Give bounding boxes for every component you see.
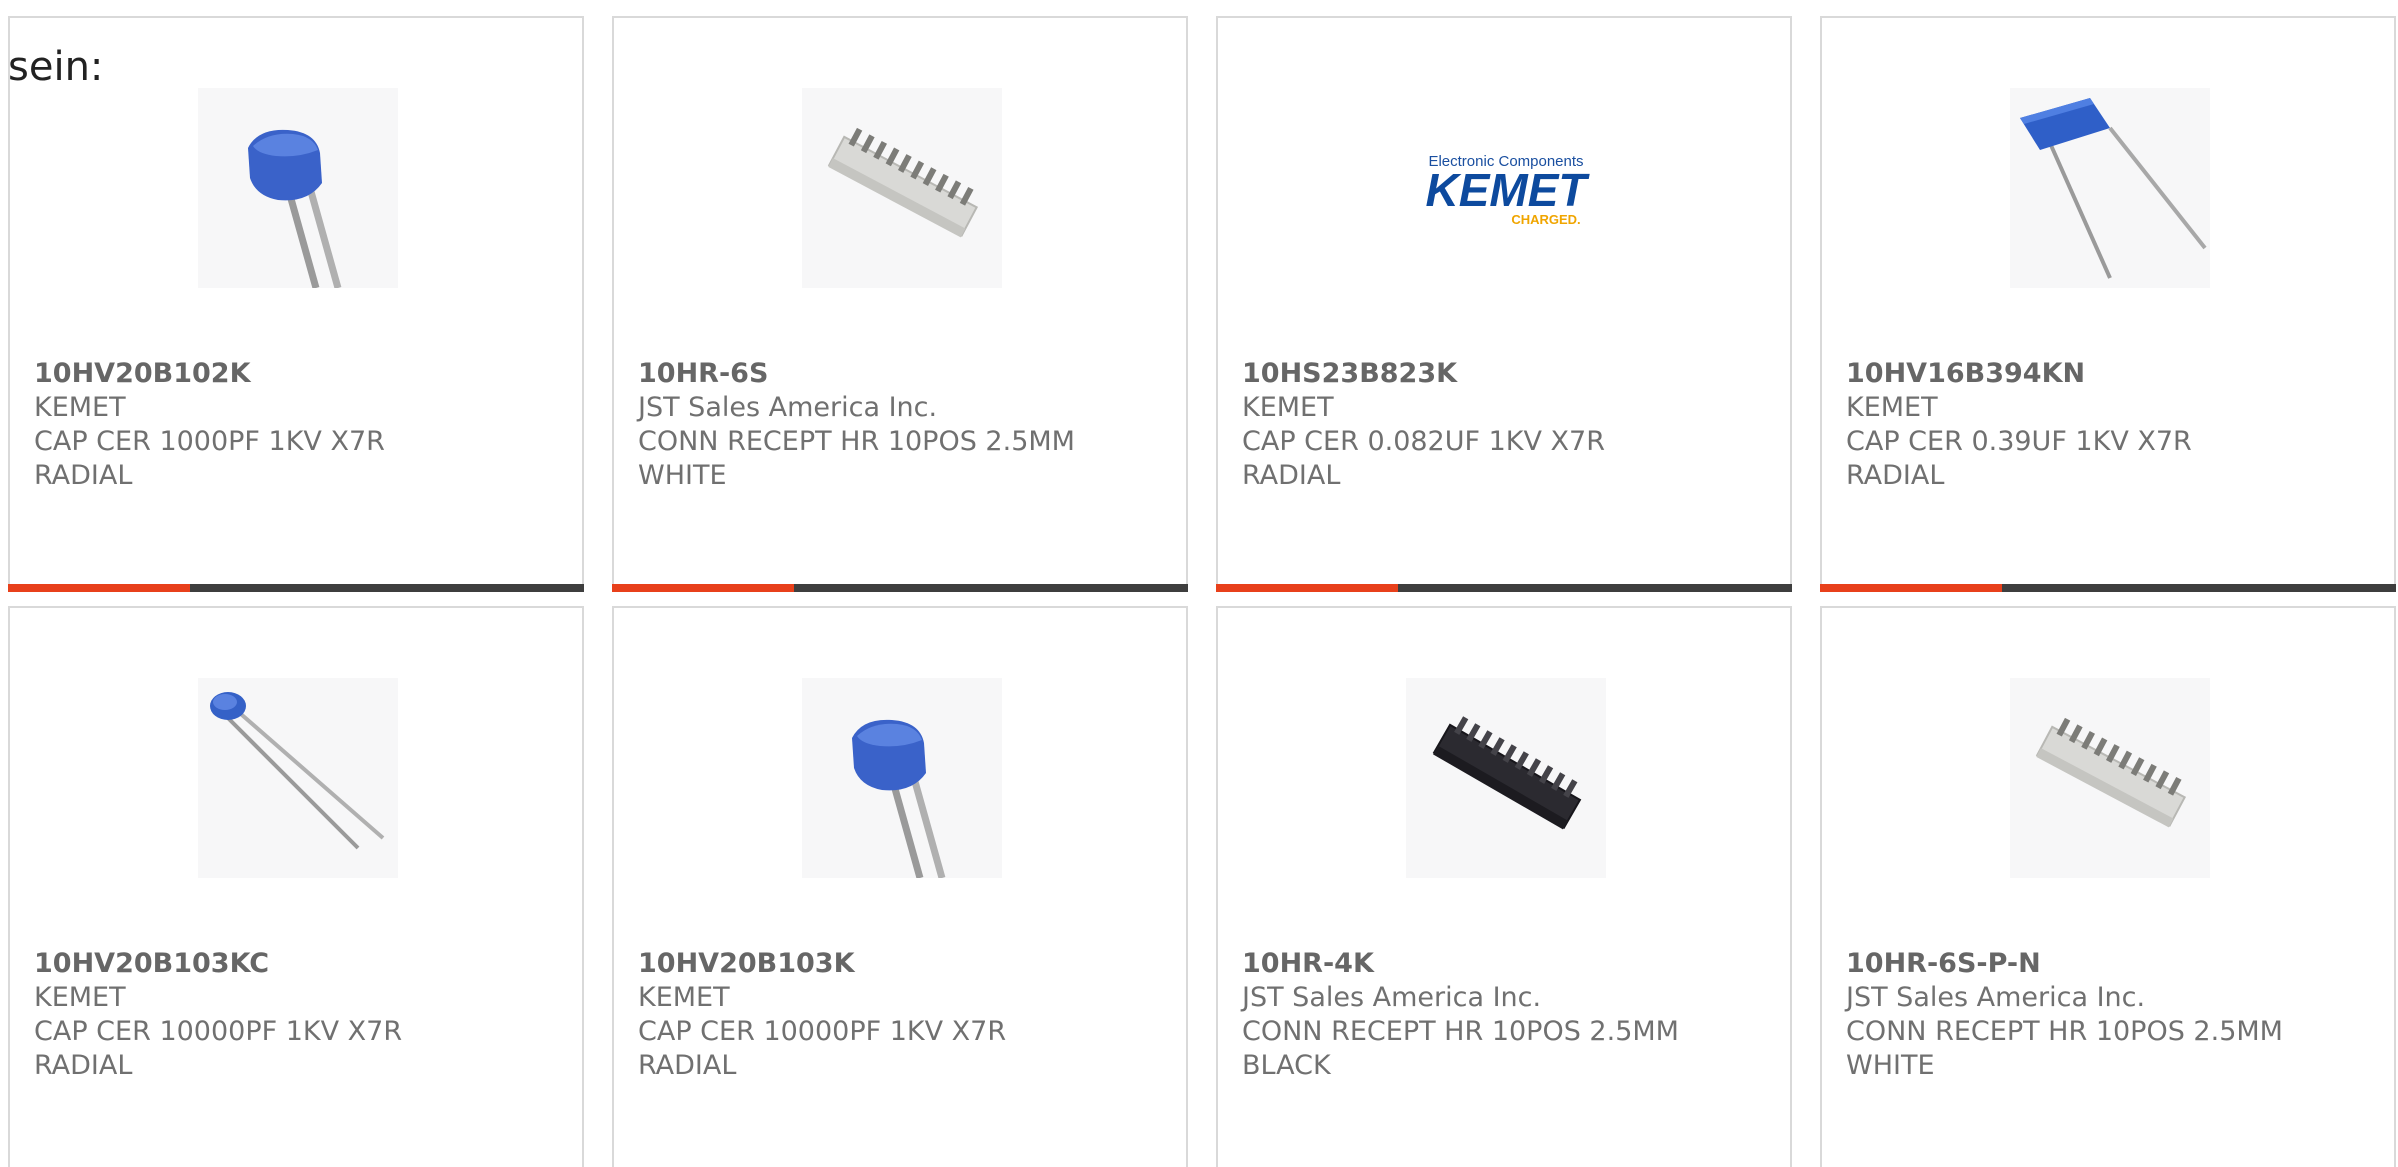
card-footer-accent xyxy=(1820,584,2002,592)
white-connector-icon xyxy=(827,127,979,238)
card-footer-bar xyxy=(8,584,584,592)
description-line-1: CONN RECEPT HR 10POS 2.5MM xyxy=(1846,1016,2283,1047)
manufacturer: JST Sales America Inc. xyxy=(1242,982,1542,1013)
card-footer-accent xyxy=(612,584,794,592)
card-footer-accent xyxy=(1216,584,1398,592)
description-line-2: WHITE xyxy=(1846,1050,1935,1081)
intro-text: sein: xyxy=(8,44,104,90)
part-number[interactable]: 10HR-6S xyxy=(638,358,768,389)
product-card[interactable]: 10HR-6S JST Sales America Inc. CONN RECE… xyxy=(612,16,1188,592)
blue-cube-capacitor-icon xyxy=(852,719,946,878)
part-number[interactable]: 10HR-6S-P-N xyxy=(1846,948,2041,979)
product-image[interactable] xyxy=(198,678,398,878)
description-line-1: CAP CER 10000PF 1KV X7R xyxy=(34,1016,403,1047)
card-footer-bar xyxy=(1216,584,1792,592)
part-number[interactable]: 10HV20B103KC xyxy=(34,948,269,979)
product-card[interactable]: 10HV16B394KN KEMET CAP CER 0.39UF 1KV X7… xyxy=(1820,16,2396,592)
description-line-2: WHITE xyxy=(638,460,727,491)
description-line-1: CONN RECEPT HR 10POS 2.5MM xyxy=(1242,1016,1679,1047)
description-line-1: CAP CER 1000PF 1KV X7R xyxy=(34,426,385,457)
product-image[interactable] xyxy=(2010,88,2210,288)
product-card[interactable]: 10HR-6S-P-N JST Sales America Inc. CONN … xyxy=(1820,606,2396,1167)
blue-film-capacitor-icon xyxy=(2020,98,2207,279)
product-image[interactable] xyxy=(198,88,398,288)
product-image[interactable] xyxy=(802,678,1002,878)
manufacturer: JST Sales America Inc. xyxy=(638,392,938,423)
description-line-2: RADIAL xyxy=(1846,460,1945,491)
description-line-2: RADIAL xyxy=(1242,460,1341,491)
card-footer-bar xyxy=(612,584,1188,592)
manufacturer: JST Sales America Inc. xyxy=(1846,982,2146,1013)
description-line-1: CONN RECEPT HR 10POS 2.5MM xyxy=(638,426,1075,457)
white-connector-icon xyxy=(2035,717,2187,828)
product-card[interactable]: 10HV20B103KC KEMET CAP CER 10000PF 1KV X… xyxy=(8,606,584,1167)
product-image[interactable] xyxy=(1406,678,1606,878)
manufacturer: KEMET xyxy=(1846,392,1938,423)
part-number[interactable]: 10HR-4K xyxy=(1242,948,1374,979)
part-number[interactable]: 10HS23B823K xyxy=(1242,358,1457,389)
product-image[interactable]: Electronic Components KEMET CHARGED. xyxy=(1406,88,1606,288)
blue-cube-capacitor-icon xyxy=(248,129,342,288)
part-number[interactable]: 10HV20B102K xyxy=(34,358,251,389)
card-footer-bar xyxy=(1820,584,2396,592)
product-card[interactable]: 10HR-4K JST Sales America Inc. CONN RECE… xyxy=(1216,606,1792,1167)
manufacturer: KEMET xyxy=(1242,392,1334,423)
product-card[interactable]: Electronic Components KEMET CHARGED. 10H… xyxy=(1216,16,1792,592)
logo-sub-text: CHARGED. xyxy=(1511,212,1580,227)
description-line-1: CAP CER 10000PF 1KV X7R xyxy=(638,1016,1007,1047)
manufacturer: KEMET xyxy=(34,392,126,423)
product-image[interactable] xyxy=(2010,678,2210,878)
black-connector-icon xyxy=(1432,716,1582,830)
product-page: sein: 10HV20B102K KEMET CAP CER 1000PF 1… xyxy=(0,0,2398,1167)
description-line-1: CAP CER 0.39UF 1KV X7R xyxy=(1846,426,2192,457)
product-card[interactable]: 10HV20B103K KEMET CAP CER 10000PF 1KV X7… xyxy=(612,606,1188,1167)
description-line-2: RADIAL xyxy=(34,1050,133,1081)
description-line-1: CAP CER 0.082UF 1KV X7R xyxy=(1242,426,1605,457)
kemet-logo: Electronic Components KEMET CHARGED. xyxy=(1426,153,1591,227)
description-line-2: RADIAL xyxy=(638,1050,737,1081)
card-footer-accent xyxy=(8,584,190,592)
product-card[interactable]: 10HV20B102K KEMET CAP CER 1000PF 1KV X7R… xyxy=(8,16,584,592)
description-line-2: BLACK xyxy=(1242,1050,1331,1081)
part-number[interactable]: 10HV16B394KN xyxy=(1846,358,2085,389)
part-number[interactable]: 10HV20B103K xyxy=(638,948,855,979)
logo-main-text: KEMET xyxy=(1426,164,1591,216)
description-line-2: RADIAL xyxy=(34,460,133,491)
manufacturer: KEMET xyxy=(638,982,730,1013)
small-blue-capacitor-icon xyxy=(210,692,385,850)
product-image[interactable] xyxy=(802,88,1002,288)
manufacturer: KEMET xyxy=(34,982,126,1013)
